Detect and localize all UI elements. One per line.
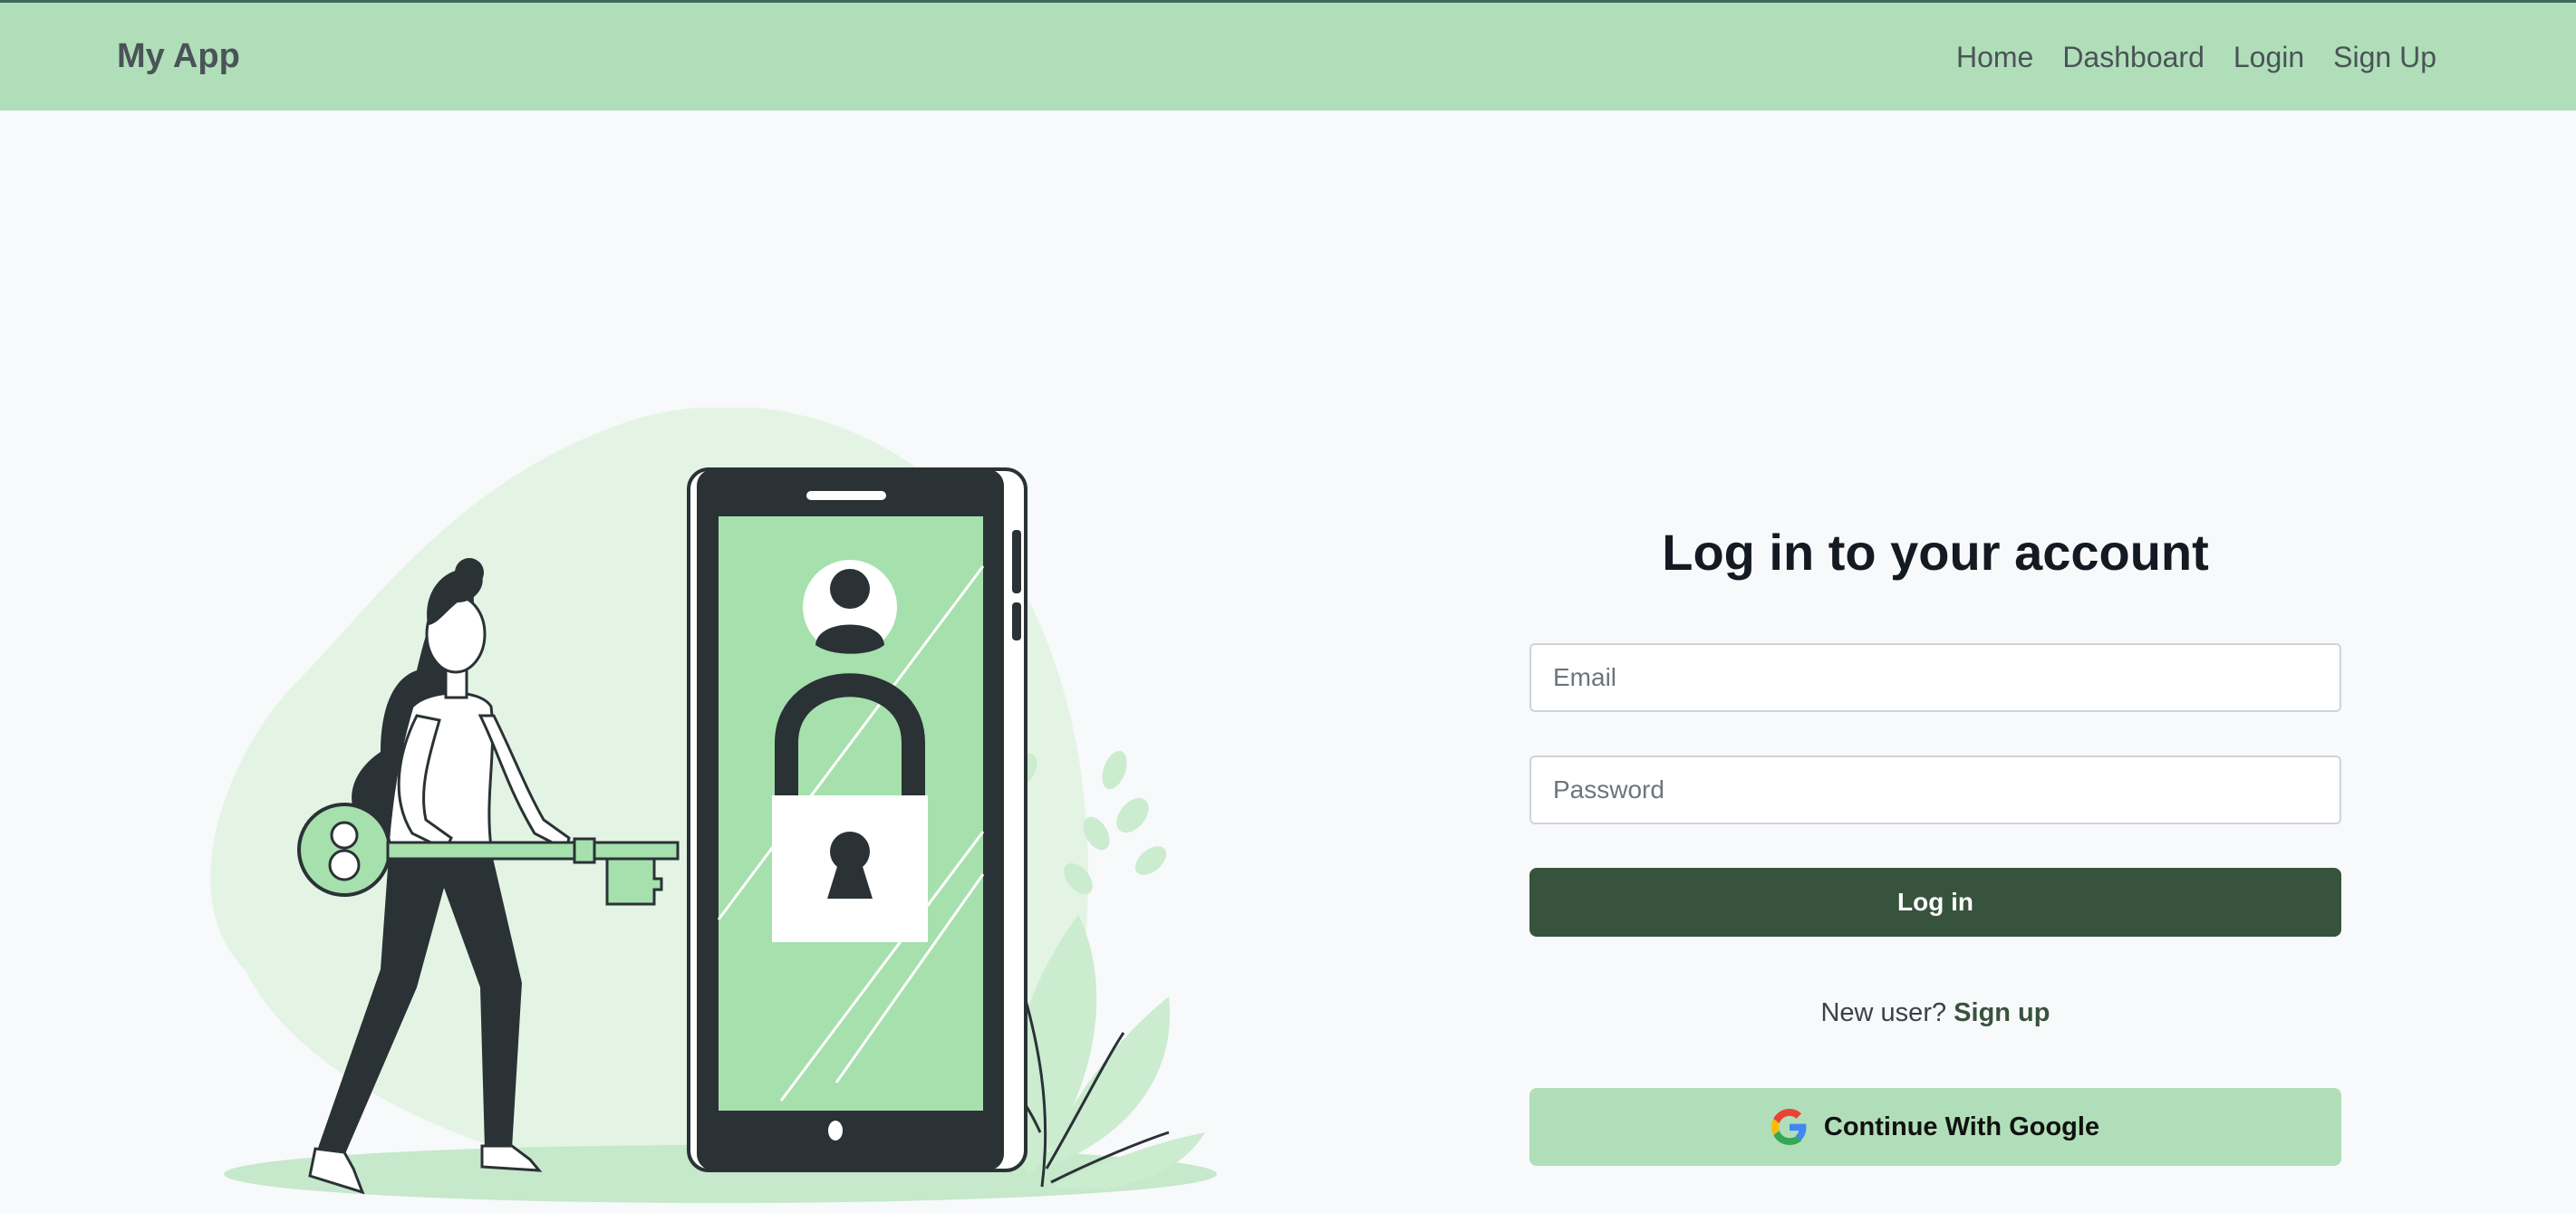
phone-side-button-2 — [1012, 602, 1021, 640]
nav-link-signup[interactable]: Sign Up — [2333, 37, 2436, 77]
user-avatar-icon — [803, 560, 897, 654]
nav-link-dashboard[interactable]: Dashboard — [2062, 37, 2205, 77]
login-panel: Log in to your account Log in New user? … — [1529, 516, 2341, 1166]
login-title: Log in to your account — [1662, 524, 2209, 581]
top-navbar: My App Home Dashboard Login Sign Up — [0, 3, 2576, 111]
brand-logo[interactable]: My App — [117, 34, 240, 78]
phone-speaker — [806, 491, 886, 500]
new-user-text: New user? — [1820, 998, 1947, 1027]
nav-links: Home Dashboard Login Sign Up — [1956, 37, 2436, 77]
nav-link-login[interactable]: Login — [2233, 37, 2304, 77]
login-illustration — [210, 408, 1217, 1203]
google-g-icon — [1770, 1109, 1807, 1145]
phone-home-button — [828, 1121, 843, 1141]
google-button-label: Continue With Google — [1823, 1112, 2100, 1141]
email-field[interactable] — [1529, 643, 2341, 712]
password-field[interactable] — [1529, 756, 2341, 824]
nav-link-home[interactable]: Home — [1956, 37, 2033, 77]
login-button[interactable]: Log in — [1529, 868, 2341, 937]
continue-with-google-button[interactable]: Continue With Google — [1529, 1088, 2341, 1166]
signup-prompt: New user? Sign up — [1529, 995, 2341, 1031]
signup-link[interactable]: Sign up — [1954, 998, 2050, 1027]
phone-side-button-1 — [1012, 530, 1021, 593]
